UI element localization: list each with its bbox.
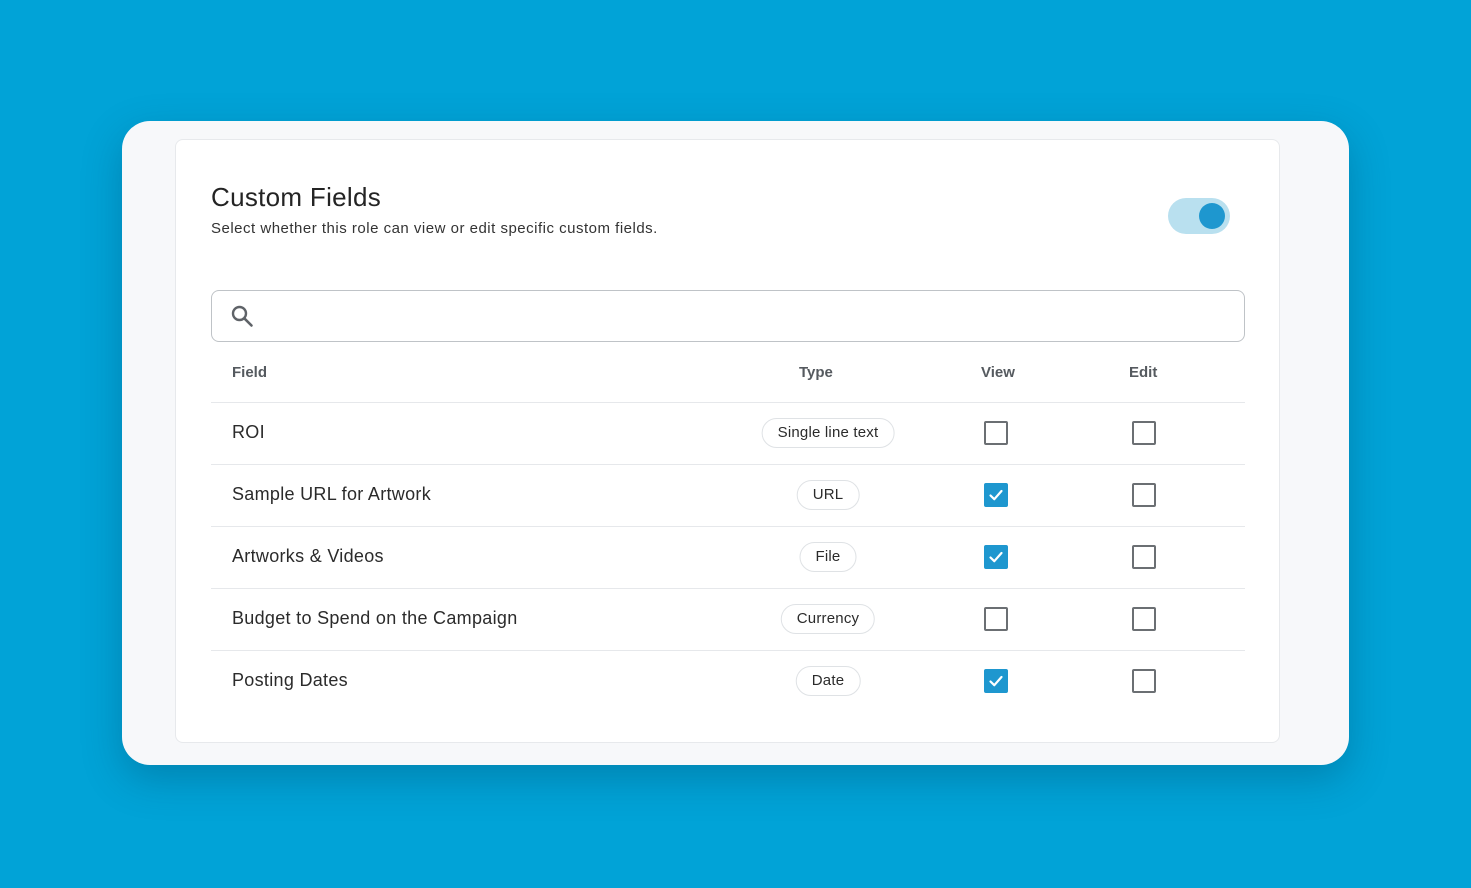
check-icon — [989, 489, 1003, 501]
custom-fields-toggle[interactable] — [1168, 198, 1230, 234]
field-type-badge: Date — [795, 666, 861, 696]
field-name: Sample URL for Artwork — [232, 484, 431, 504]
toggle-knob — [1199, 203, 1225, 229]
search-input[interactable] — [268, 299, 1232, 335]
custom-fields-table: Field Type View Edit ROI Single line tex… — [211, 343, 1245, 712]
check-icon — [989, 675, 1003, 687]
field-type-badge: File — [799, 542, 857, 572]
check-icon — [989, 551, 1003, 563]
edit-checkbox[interactable] — [1132, 421, 1156, 445]
field-type-badge: URL — [796, 480, 860, 510]
edit-checkbox[interactable] — [1132, 669, 1156, 693]
column-header-field: Field — [232, 364, 268, 381]
table-row: ROI Single line text — [211, 403, 1245, 465]
edit-checkbox[interactable] — [1132, 483, 1156, 507]
custom-fields-card: Custom Fields Select whether this role c… — [175, 139, 1280, 743]
view-checkbox[interactable] — [984, 421, 1008, 445]
search-icon — [231, 305, 253, 327]
table-row: Posting Dates Date — [211, 651, 1245, 712]
edit-checkbox[interactable] — [1132, 545, 1156, 569]
field-name: Artworks & Videos — [232, 546, 384, 566]
table-row: Budget to Spend on the Campaign Currency — [211, 589, 1245, 651]
table-row: Artworks & Videos File — [211, 527, 1245, 589]
panel-subtitle: Select whether this role can view or edi… — [211, 220, 658, 237]
field-type-badge: Currency — [780, 604, 876, 634]
view-checkbox[interactable] — [984, 545, 1008, 569]
field-type-badge: Single line text — [761, 418, 895, 448]
field-name: Budget to Spend on the Campaign — [232, 608, 518, 628]
column-header-view: View — [981, 364, 1015, 381]
field-name: ROI — [232, 422, 265, 442]
view-checkbox[interactable] — [984, 607, 1008, 631]
column-header-edit: Edit — [1129, 364, 1158, 381]
screenshot-frame: Custom Fields Select whether this role c… — [122, 121, 1349, 765]
view-checkbox[interactable] — [984, 483, 1008, 507]
view-checkbox[interactable] — [984, 669, 1008, 693]
table-row: Sample URL for Artwork URL — [211, 465, 1245, 527]
field-name: Posting Dates — [232, 670, 348, 690]
table-header: Field Type View Edit — [211, 343, 1245, 403]
edit-checkbox[interactable] — [1132, 607, 1156, 631]
table-body: ROI Single line text Sample URL for Artw… — [211, 403, 1245, 712]
panel-title: Custom Fields — [211, 182, 382, 212]
column-header-type: Type — [799, 364, 833, 381]
search-box — [211, 290, 1245, 342]
